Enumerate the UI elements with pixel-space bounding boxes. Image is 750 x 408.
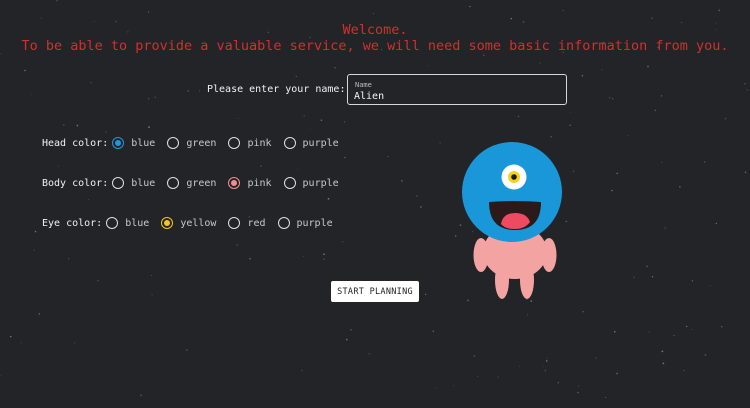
head-color-radio-blue[interactable] [112,137,125,149]
eye-color-label-red: red [247,217,266,229]
name-field[interactable]: Name [347,74,567,105]
name-field-label: Name [355,81,372,89]
body-color-radio-pink[interactable] [228,177,241,189]
eye-color-label-yellow: yellow [180,217,217,229]
body-color-label-pink: pink [247,177,272,189]
head-color-group: Head color: blue green pink purple [42,135,351,151]
eye-color-radio-yellow[interactable] [161,217,174,229]
head-color-radio-green[interactable] [167,137,180,149]
welcome-subtitle: To be able to provide a valuable service… [21,38,729,54]
head-color-option-purple[interactable]: purple [283,137,339,149]
body-color-option-pink[interactable]: pink [228,177,272,189]
alien-eye-pupil [511,174,517,180]
head-color-label: Head color: [42,137,109,149]
body-color-radio-blue[interactable] [112,177,125,189]
starfield-background [0,0,748,398]
name-prompt-label: Please enter your name: [207,84,346,95]
head-color-label-green: green [186,137,217,149]
eye-color-option-yellow[interactable]: yellow [161,217,216,229]
head-color-radio-pink[interactable] [228,137,241,149]
eye-color-label: Eye color: [42,217,103,229]
body-color-option-blue[interactable]: blue [112,177,155,189]
eye-color-label-purple: purple [296,217,333,229]
eye-color-option-red[interactable]: red [228,217,266,229]
head-color-option-pink[interactable]: pink [228,137,272,149]
eye-color-group: Eye color: blue yellow red purple [42,215,345,231]
head-color-option-blue[interactable]: blue [112,137,155,149]
start-planning-button[interactable]: START PLANNING [331,281,419,302]
name-input[interactable] [354,90,554,102]
eye-color-option-purple[interactable]: purple [277,217,333,229]
eye-color-label-blue: blue [125,217,150,229]
alien-avatar [462,142,562,299]
body-color-group: Body color: blue green pink purple [42,175,351,191]
eye-color-radio-purple[interactable] [277,217,290,229]
head-color-label-pink: pink [247,137,272,149]
eye-color-radio-blue[interactable] [106,217,119,229]
eye-color-option-blue[interactable]: blue [106,217,149,229]
head-color-option-green[interactable]: green [167,137,216,149]
head-color-radio-purple[interactable] [283,137,296,149]
body-color-label: Body color: [42,177,109,189]
body-color-option-purple[interactable]: purple [283,177,339,189]
head-color-label-blue: blue [131,137,156,149]
body-color-label-green: green [186,177,217,189]
body-color-label-purple: purple [302,177,339,189]
body-color-option-green[interactable]: green [167,177,216,189]
head-color-label-purple: purple [302,137,339,149]
body-color-radio-green[interactable] [167,177,180,189]
body-color-label-blue: blue [131,177,156,189]
body-color-radio-purple[interactable] [283,177,296,189]
welcome-heading: Welcome. [342,22,408,38]
eye-color-radio-red[interactable] [228,217,241,229]
